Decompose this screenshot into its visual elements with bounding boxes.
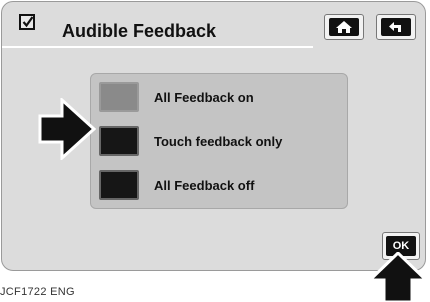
back-arrow-icon xyxy=(389,22,401,32)
feedback-options-panel: All Feedback on Touch feedback only All … xyxy=(90,73,348,209)
option-label: Touch feedback only xyxy=(154,134,283,149)
option-indicator[interactable] xyxy=(99,170,139,200)
home-button[interactable] xyxy=(324,14,364,40)
pointer-arrow-up-icon xyxy=(368,252,428,302)
option-all-feedback-off[interactable]: All Feedback off xyxy=(99,170,339,202)
image-reference-caption: JCF1722 ENG xyxy=(0,286,75,298)
pointer-arrow-right-icon xyxy=(38,98,96,160)
option-indicator[interactable] xyxy=(99,82,139,112)
page-title: Audible Feedback xyxy=(62,21,217,41)
option-touch-feedback-only[interactable]: Touch feedback only xyxy=(99,126,339,158)
header-divider xyxy=(2,46,313,48)
option-label: All Feedback on xyxy=(154,90,254,105)
header-bar: Audible Feedback xyxy=(2,2,425,46)
option-label: All Feedback off xyxy=(154,178,255,193)
option-indicator[interactable] xyxy=(99,126,139,156)
back-button[interactable] xyxy=(376,14,416,40)
checkbox-icon xyxy=(19,14,35,30)
option-all-feedback-on[interactable]: All Feedback on xyxy=(99,82,339,114)
home-icon xyxy=(336,21,352,33)
